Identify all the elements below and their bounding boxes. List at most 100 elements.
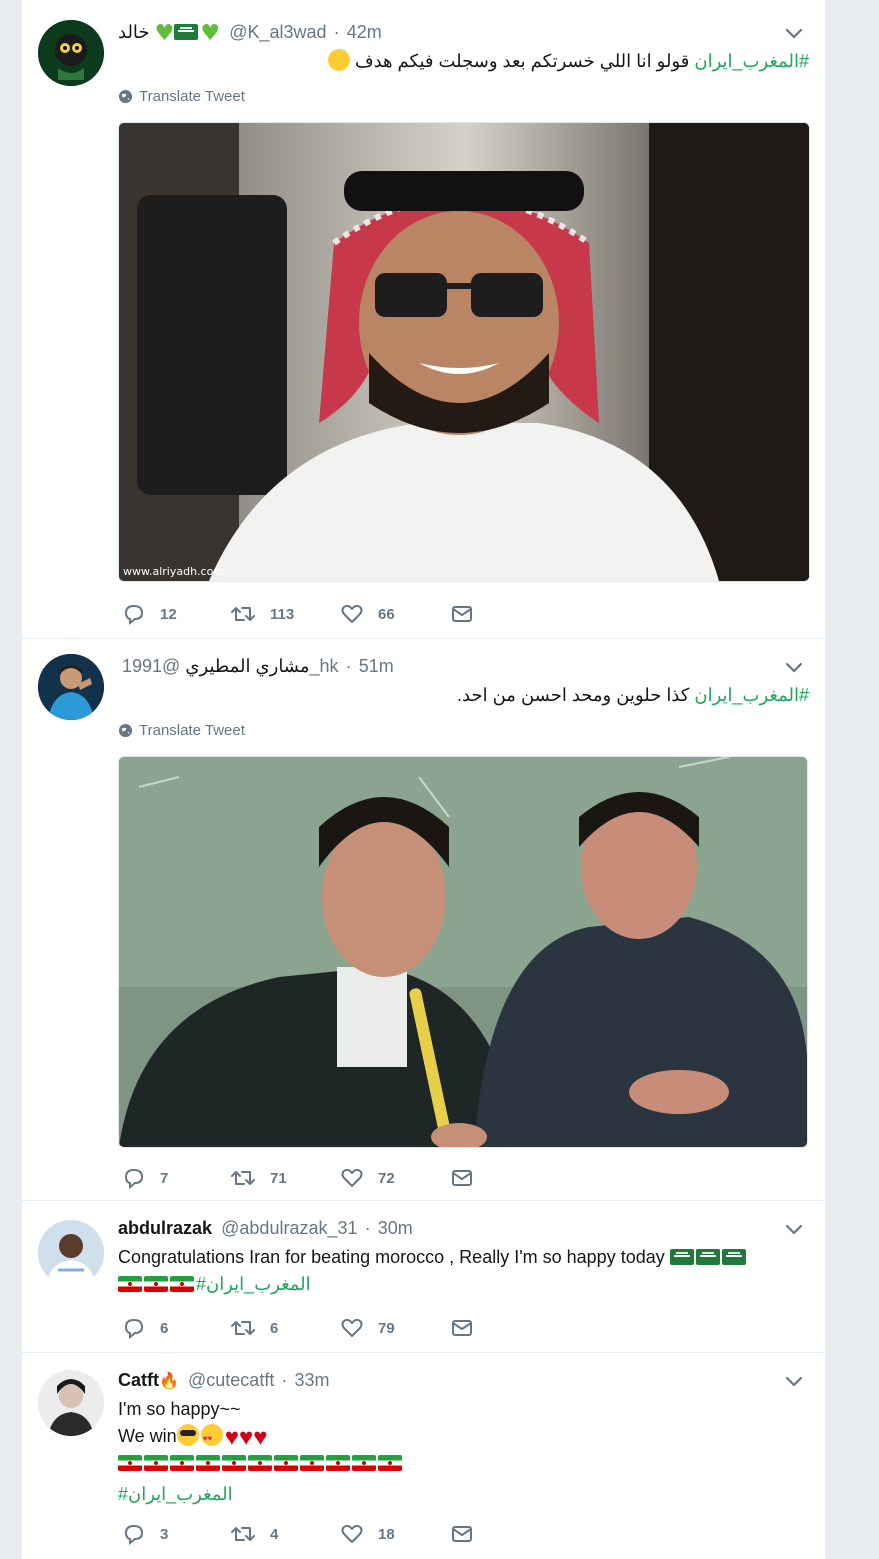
retweet-icon (231, 607, 255, 621)
separator: · (345, 656, 352, 676)
translate-label[interactable]: Translate Tweet (139, 722, 245, 739)
green-heart-icon: ♥ (154, 21, 175, 46)
display-name[interactable]: خالد (118, 22, 150, 42)
translate-tweet-link[interactable]: Translate Tweet (118, 88, 245, 105)
saudi-flag-icon (174, 24, 199, 40)
reply-button[interactable]: 12 (122, 602, 177, 626)
iran-flag-icon (196, 1455, 220, 1471)
like-icon (341, 604, 363, 623)
tweet-line: I'm so happy~~ (118, 1399, 241, 1419)
tweet-text: I'm so happy~~ We win♥♥♥ #المغرب_ايران (118, 1396, 809, 1508)
retweet-count: 71 (270, 1169, 287, 1187)
hashtag-link[interactable]: #المغرب_ايران (118, 1484, 233, 1504)
retweet-button[interactable]: 113 (230, 602, 294, 626)
dm-button[interactable] (450, 602, 474, 626)
avatar[interactable] (38, 654, 104, 720)
tweet-header: مشاري المطيري @1991_hk · 51m (118, 656, 805, 682)
translate-tweet-link[interactable]: Translate Tweet (118, 722, 245, 739)
photo-man-in-shemagh: www.alriyadh.com (119, 123, 809, 581)
like-button[interactable]: 18 (340, 1522, 395, 1546)
hashtag-link[interactable]: #المغرب_ايران (694, 51, 809, 71)
reply-icon (124, 1318, 144, 1340)
handle[interactable]: @abdulrazak_31 (221, 1218, 357, 1238)
timeline: خالد ♥ ♥ @K_al3wad · 42m #المغرب_ايران قو… (22, 0, 825, 1559)
avatar[interactable] (38, 1220, 104, 1286)
iran-flag-icon (118, 1455, 142, 1471)
retweet-icon (231, 1171, 255, 1185)
like-count: 66 (378, 605, 395, 623)
reply-button[interactable]: 3 (122, 1522, 168, 1546)
reply-count: 12 (160, 605, 177, 623)
heart-eyes-emoji-icon (200, 1424, 223, 1452)
tweet-text: #المغرب_ايران قولو انا اللي خسرتكم بعد و… (118, 48, 809, 75)
tweet-actions: 6 6 79 (118, 1316, 618, 1342)
handle[interactable]: @cutecatft (188, 1370, 274, 1390)
reply-button[interactable]: 6 (122, 1316, 168, 1340)
reply-button[interactable]: 7 (122, 1166, 168, 1190)
red-heart-icon: ♥ (253, 1424, 268, 1451)
tweet-body: قولو انا اللي خسرتكم بعد وسجلت فيكم هدف (354, 51, 695, 71)
tweet[interactable]: Catft🔥 @cutecatft · 33m I'm so happy~~ W… (22, 1352, 825, 1559)
iran-flag-icon (326, 1455, 350, 1471)
reply-icon (124, 1168, 144, 1190)
retweet-button[interactable]: 4 (230, 1522, 278, 1546)
retweet-count: 6 (270, 1319, 279, 1337)
tweet[interactable]: خالد ♥ ♥ @K_al3wad · 42m #المغرب_ايران قو… (22, 4, 825, 639)
display-name[interactable]: Catft (118, 1370, 159, 1390)
handle[interactable]: @K_al3wad (229, 22, 326, 42)
like-count: 18 (378, 1525, 395, 1543)
timestamp[interactable]: 42m (347, 22, 382, 42)
globe-icon (118, 723, 133, 738)
tweet-text: Congratulations Iran for beating morocco… (118, 1244, 809, 1298)
iran-flag-icon (352, 1455, 376, 1471)
display-name[interactable]: مشاري المطيري (185, 656, 309, 676)
chevron-down-icon[interactable] (783, 1370, 805, 1392)
dm-icon (452, 1320, 472, 1336)
tweet-actions: 3 4 18 (118, 1522, 618, 1548)
hashtag-link[interactable]: #المغرب_ايران (694, 685, 809, 705)
timestamp[interactable]: 51m (359, 656, 394, 676)
display-name[interactable]: abdulrazak (118, 1218, 212, 1238)
green-heart-icon: ♥ (200, 21, 221, 46)
retweet-icon (231, 1321, 255, 1335)
dm-button[interactable] (450, 1166, 474, 1190)
like-button[interactable]: 66 (340, 602, 395, 626)
avatar[interactable] (38, 1370, 104, 1436)
retweet-count: 113 (270, 605, 295, 623)
tweet[interactable]: مشاري المطيري @1991_hk · 51m #المغرب_اير… (22, 638, 825, 1201)
tweet-text: #المغرب_ايران كذا حلوين ومحد احسن من احد… (118, 682, 809, 709)
dm-icon (452, 606, 472, 622)
iran-flag-icon (144, 1276, 168, 1292)
avatar[interactable] (38, 20, 104, 86)
reply-count: 6 (160, 1319, 169, 1337)
iran-flag-icon (170, 1455, 194, 1471)
tweet-photo[interactable] (118, 756, 808, 1148)
retweet-button[interactable]: 71 (230, 1166, 287, 1190)
timestamp[interactable]: 30m (378, 1218, 413, 1238)
iran-flag-icon (248, 1455, 272, 1471)
tweet-header: abdulrazak @abdulrazak_31 · 30m (118, 1218, 805, 1244)
iran-flag-icon (274, 1455, 298, 1471)
tweet[interactable]: abdulrazak @abdulrazak_31 · 30m Congratu… (22, 1200, 825, 1353)
tweet-line: We win (118, 1426, 177, 1446)
retweet-button[interactable]: 6 (230, 1316, 278, 1340)
tweet-body: كذا حلوين ومحد احسن من احد. (457, 685, 695, 705)
like-icon (341, 1524, 363, 1543)
tweet-actions: 7 71 72 (118, 1166, 618, 1192)
rofl-emoji-icon (327, 49, 350, 71)
dm-button[interactable] (450, 1522, 474, 1546)
hashtag-link[interactable]: #المغرب_ايران (196, 1274, 311, 1294)
translate-label[interactable]: Translate Tweet (139, 88, 245, 105)
chevron-down-icon[interactable] (783, 1218, 805, 1240)
timestamp[interactable]: 33m (295, 1370, 330, 1390)
like-button[interactable]: 72 (340, 1166, 395, 1190)
chevron-down-icon[interactable] (783, 656, 805, 678)
separator: · (364, 1218, 371, 1238)
like-button[interactable]: 79 (340, 1316, 395, 1340)
dm-button[interactable] (450, 1316, 474, 1340)
chevron-down-icon[interactable] (783, 22, 805, 44)
sunglasses-emoji-icon (176, 1424, 199, 1446)
photo-caption: www.alriyadh.com (123, 565, 224, 578)
reply-count: 3 (160, 1525, 169, 1543)
tweet-photo[interactable]: www.alriyadh.com (118, 122, 810, 582)
